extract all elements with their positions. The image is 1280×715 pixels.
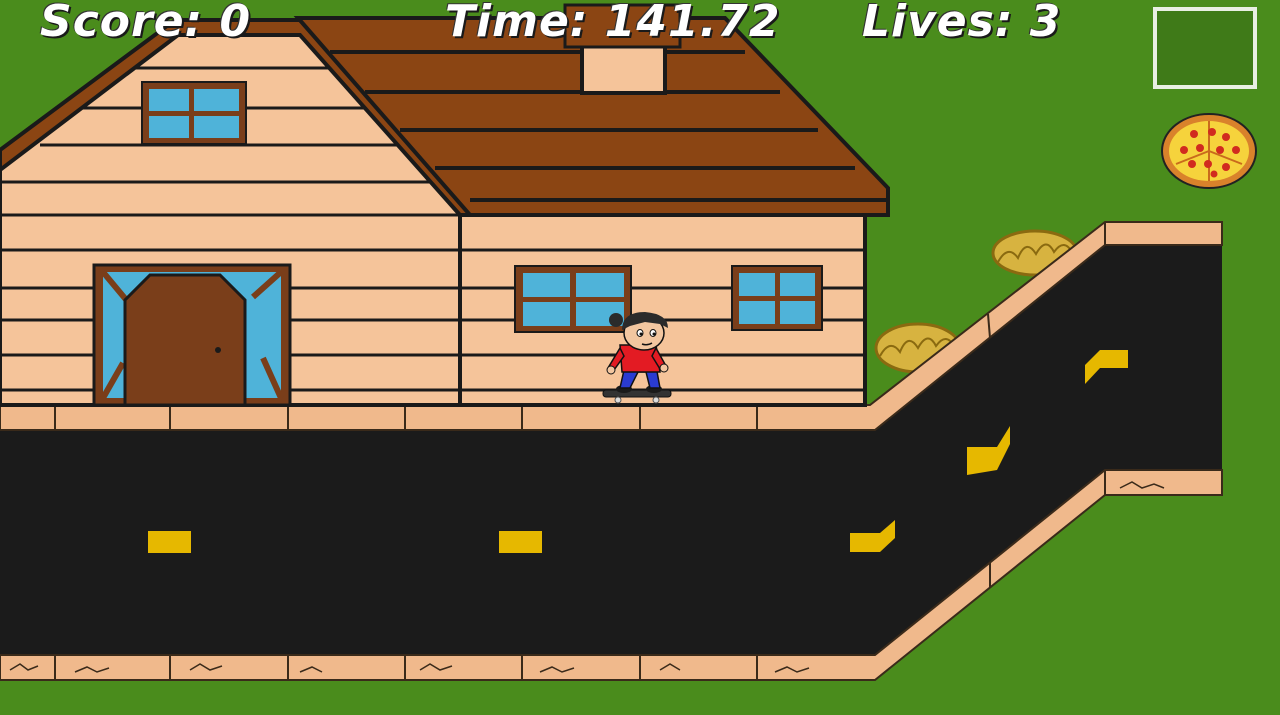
pizza-pickup-icon bbox=[1161, 113, 1257, 189]
hud-lives: Lives: 3 bbox=[862, 0, 1061, 47]
chimney bbox=[580, 43, 667, 95]
time-value: 141.72 bbox=[604, 0, 781, 47]
road-marking bbox=[148, 531, 191, 553]
time-label: Time: bbox=[445, 0, 589, 47]
window bbox=[731, 265, 823, 331]
window bbox=[141, 81, 247, 145]
hud-time: Time: 141.72 bbox=[445, 0, 781, 47]
house bbox=[0, 3, 890, 407]
front-door bbox=[92, 263, 292, 407]
item-slot-box bbox=[1153, 7, 1257, 89]
score-label: Score: bbox=[40, 0, 204, 47]
road-marking bbox=[499, 531, 542, 553]
lives-label: Lives: bbox=[862, 0, 1014, 47]
score-value: 0 bbox=[219, 0, 252, 47]
game-scene bbox=[0, 0, 1280, 715]
hud-score: Score: 0 bbox=[40, 0, 251, 47]
lives-value: 3 bbox=[1029, 0, 1062, 47]
